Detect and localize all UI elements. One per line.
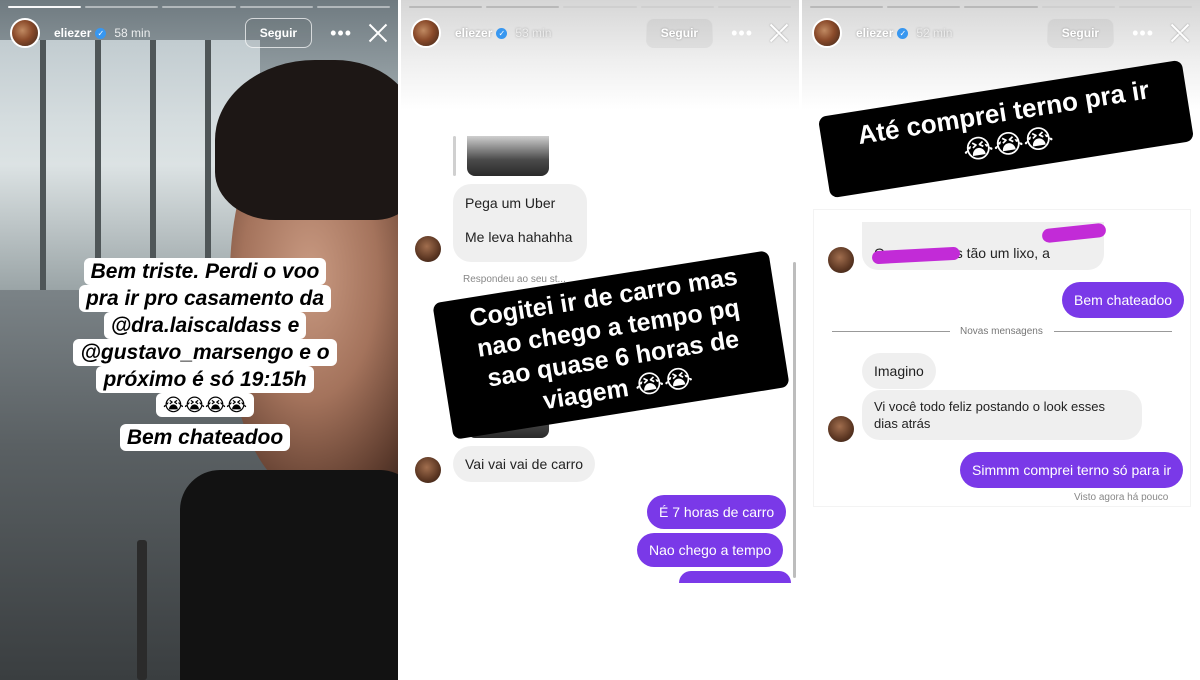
progress-segment [162,6,236,8]
follow-button[interactable]: Seguir [244,18,313,48]
progress-segment [409,6,483,8]
crying-emoji-line: 😭😭😭😭 [155,393,255,417]
sticker-line: Bem chateadoo [119,424,291,451]
window-mullion [95,40,101,290]
avatar[interactable] [411,18,441,48]
incoming-message: Imagino [862,353,936,389]
mention-line[interactable]: @dra.laiscaldass e [103,312,307,339]
username[interactable]: eliezer [856,26,893,40]
selfie-jacket [180,470,398,680]
story-progress [409,6,792,8]
post-time: 52 min [916,26,953,40]
chat-avatar [828,247,854,273]
progress-segment [1118,6,1193,8]
outgoing-message: Nao chego a tempo [637,533,784,567]
verified-badge-icon: ✓ [897,27,909,39]
sticker-line: Bem triste. Perdi o voo [83,258,327,285]
outgoing-message: É 7 horas de carro [647,495,787,529]
window-mullion [205,40,211,290]
verified-badge-icon: ✓ [95,27,107,39]
message-text: Me leva hahahha [465,229,573,245]
more-options-icon[interactable]: ••• [1132,24,1154,42]
close-icon[interactable] [368,23,388,43]
story-header: eliezer ✓ 53 min Seguir ••• [411,17,789,49]
username[interactable]: eliezer [54,26,91,40]
follow-button[interactable]: Seguir [1046,18,1115,48]
outgoing-message: Bem chateadoo [1062,282,1185,318]
story-text-sticker: Bem triste. Perdi o voo pra ir pro casam… [0,258,398,451]
progress-segment [964,6,1038,8]
post-time: 58 min [114,26,151,40]
verified-badge-icon: ✓ [496,27,508,39]
story-header: eliezer ✓ 58 min Seguir ••• [10,17,388,49]
mention-line[interactable]: @gustavo_marsengo e o [73,339,337,366]
story-progress [8,6,391,8]
new-messages-label: Novas mensagens [960,326,1043,337]
message-text: dias atrás [874,416,931,431]
chat-avatar [415,236,441,262]
story-1[interactable]: eliezer ✓ 58 min Seguir ••• Bem triste. … [0,0,398,680]
story-progress [810,6,1193,8]
progress-segment [810,6,884,8]
reply-quote-line [453,136,456,176]
window-mullion [40,40,46,290]
close-icon[interactable] [1170,23,1190,43]
follow-button[interactable]: Seguir [645,18,714,48]
sticker-line: pra ir pro casamento da [78,285,332,312]
progress-segment [717,6,792,8]
avatar[interactable] [812,18,842,48]
progress-segment [85,6,159,8]
outgoing-message: Simmm comprei terno só para ir [960,452,1184,488]
post-time: 53 min [515,26,552,40]
more-options-icon[interactable]: ••• [731,24,753,42]
progress-segment [8,6,82,8]
outgoing-message-partial [679,571,791,583]
suitcase-handle [137,540,147,680]
avatar[interactable] [10,18,40,48]
progress-segment [486,6,560,8]
separator-line [1054,331,1172,332]
progress-segment [887,6,961,8]
progress-segment [316,6,391,8]
username[interactable]: eliezer [455,26,492,40]
more-options-icon[interactable]: ••• [330,24,352,42]
progress-segment [640,6,714,8]
progress-segment [1041,6,1115,8]
incoming-message: Vai vai vai de carro [453,446,596,482]
chat-avatar [828,416,854,442]
progress-segment [239,6,313,8]
story-2[interactable]: eliezer ✓ 53 min Seguir ••• Pega um Uber… [401,0,799,680]
story-reply-thumbnail [467,136,549,176]
sticker-line: próximo é só 19:15h [96,366,314,393]
replied-label: Respondeu ao seu st... [463,274,566,285]
message-text: Pega um Uber [465,195,556,211]
chat-avatar [415,457,441,483]
window-mullion [150,40,156,290]
close-icon[interactable] [769,23,789,43]
separator-line [832,331,950,332]
story-3[interactable]: eliezer ✓ 52 min Seguir ••• Os aeroporto… [802,0,1200,680]
chat-scrollbar[interactable] [793,262,796,578]
seen-status: Visto agora há pouco [1074,492,1169,503]
story-header: eliezer ✓ 52 min Seguir ••• [812,17,1190,49]
incoming-message: Vi você todo feliz postando o look esses… [862,390,1142,440]
selfie-hair [215,60,398,220]
progress-segment [563,6,637,8]
incoming-message: Pega um Uber Me leva hahahha [453,184,587,262]
message-text: Vi você todo feliz postando o look esses [874,399,1106,414]
